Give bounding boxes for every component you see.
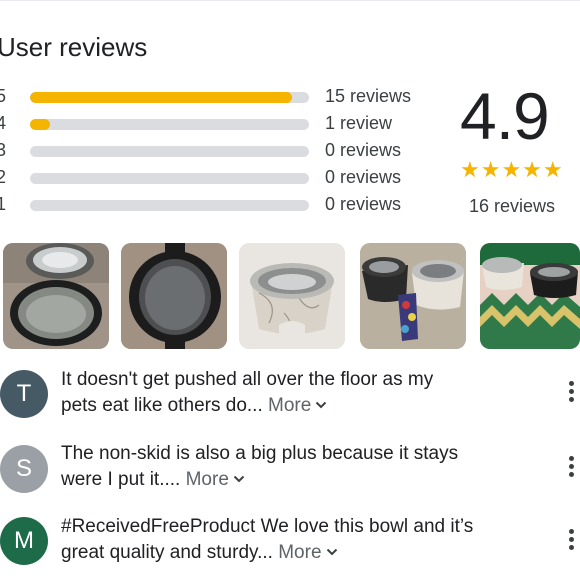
avatar[interactable]: T (0, 370, 48, 418)
rating-bar-track (30, 119, 309, 130)
rating-row-count: 0 reviews (325, 194, 402, 214)
star-rating-icons: ★★★★★ (460, 157, 564, 182)
chevron-down-icon (316, 401, 327, 409)
review-line-2: were I put it.... More (61, 467, 541, 493)
rating-row-label: 2 (0, 167, 7, 187)
review-text: #ReceivedFreeProduct We love this bowl a… (61, 514, 541, 566)
bowl-photo-3-image (239, 243, 345, 349)
top-divider (0, 0, 580, 1)
review-text: The non-skid is also a big plus because … (61, 441, 541, 493)
rating-row-count: 0 reviews (325, 167, 402, 187)
bowl-photo-2[interactable] (121, 243, 227, 349)
rating-row-5[interactable]: 5 15 reviews (0, 84, 430, 108)
review-line-2: pets eat like others do... More (61, 393, 541, 419)
more-label: More (185, 469, 229, 490)
review-line-2: great quality and sturdy... More (61, 540, 541, 566)
more-options-icon[interactable] (569, 456, 575, 478)
more-button[interactable]: More (268, 395, 327, 416)
rating-row-label: 3 (0, 140, 7, 160)
rating-row-1[interactable]: 1 0 reviews (0, 192, 430, 216)
rating-row-4[interactable]: 4 1 review (0, 111, 430, 135)
more-label: More (278, 542, 322, 563)
rating-row-count: 0 reviews (325, 140, 402, 160)
rating-bar-track (30, 173, 309, 184)
rating-bar-track (30, 92, 309, 103)
more-label: More (268, 395, 312, 416)
rating-bar-track (30, 200, 309, 211)
review-snippet: great quality and sturdy... (61, 542, 273, 563)
rating-row-count: 15 reviews (325, 86, 412, 106)
chevron-down-icon (326, 548, 337, 556)
rating-bar-track (30, 146, 309, 157)
rating-row-3[interactable]: 3 0 reviews (0, 138, 430, 162)
rating-row-count: 1 review (325, 113, 393, 133)
rating-bar-fill (30, 92, 293, 103)
avatar[interactable]: S (0, 445, 48, 493)
chevron-down-icon (233, 475, 245, 483)
review-snippet: were I put it.... (61, 469, 181, 490)
rating-bar-fill (30, 119, 50, 130)
more-button[interactable]: More (186, 469, 245, 490)
page-title: User reviews (0, 32, 148, 62)
bowl-photo-4-image (360, 243, 466, 349)
rating-row-label: 4 (0, 113, 7, 133)
rating-row-label: 5 (0, 86, 7, 106)
rating-row-2[interactable]: 2 0 reviews (0, 165, 430, 189)
bowl-photo-3[interactable] (239, 243, 345, 349)
average-rating: 4.9 (460, 79, 550, 153)
review-snippet: pets eat like others do... (61, 395, 263, 416)
bowl-photo-1[interactable] (3, 243, 109, 349)
review-line-1: The non-skid is also a big plus because … (61, 443, 459, 464)
more-options-icon[interactable] (569, 529, 575, 551)
bowl-photo-2-image (121, 243, 227, 349)
review-text: It doesn't get pushed all over the floor… (61, 367, 541, 419)
rating-row-label: 1 (0, 194, 7, 214)
bowl-photo-1-image (3, 243, 109, 349)
more-options-icon[interactable] (569, 381, 575, 403)
review-line-1: It doesn't get pushed all over the floor… (61, 369, 434, 390)
bowl-photo-5[interactable] (480, 243, 580, 349)
review-line-1: #ReceivedFreeProduct We love this bowl a… (61, 516, 474, 537)
bowl-photo-4[interactable] (360, 243, 466, 349)
avatar[interactable]: M (0, 517, 48, 565)
more-button[interactable]: More (278, 542, 337, 563)
bowl-photo-5-image (480, 243, 580, 349)
total-reviews: 16 reviews (469, 196, 556, 216)
